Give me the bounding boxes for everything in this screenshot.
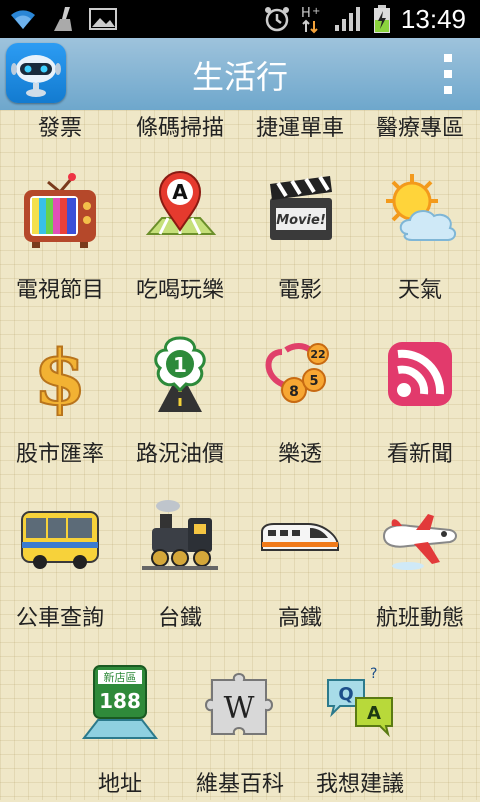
tv-icon (24, 173, 96, 248)
tile-traffic-fuel[interactable]: 1 路況油價 (120, 332, 240, 472)
tile-taiwan-railway[interactable]: 台鐵 (120, 496, 240, 636)
tile-label: 吃喝玩樂 (135, 278, 224, 303)
overflow-menu-icon[interactable] (438, 52, 458, 96)
app-title: 生活行 (191, 58, 288, 96)
tile-tv-guide[interactable]: 電視節目 (0, 168, 120, 308)
wifi-icon (11, 10, 35, 29)
tile-label: 條碼掃描 (135, 116, 224, 141)
lotto-ball: 5 (309, 374, 318, 389)
tile-label: 電視節目 (15, 278, 104, 303)
tile-barcode-scan[interactable]: 條碼掃描 (120, 110, 240, 141)
tile-label: 電影 (277, 278, 322, 303)
tile-flight-status[interactable]: 航班動態 (360, 496, 480, 636)
tile-weather[interactable]: 天氣 (360, 168, 480, 308)
clock: 13:49 (400, 4, 466, 34)
tile-label: 航班動態 (375, 606, 464, 631)
tile-bus[interactable]: 公車查詢 (0, 496, 120, 636)
svg-text:H: H (301, 6, 311, 21)
lotto-ball: 22 (310, 348, 325, 361)
tile-address[interactable]: 新店區 188 地址 (60, 662, 180, 802)
lottery-balls-icon: 8 5 22 (265, 343, 329, 403)
tile-label: 股市匯率 (15, 442, 104, 467)
tile-food-fun[interactable]: A 吃喝玩樂 (120, 168, 240, 308)
sun-cloud-icon (386, 174, 456, 241)
movie-label: Movie! (276, 213, 326, 228)
airplane-icon (382, 514, 457, 570)
app-bar: 生活行 (0, 38, 480, 110)
tile-label: 捷運單車 (255, 116, 344, 141)
tile-medical[interactable]: 醫療專區 (360, 110, 480, 141)
tile-label: 看新聞 (386, 442, 453, 467)
alarm-icon (264, 7, 289, 32)
tile-label: 高鐵 (277, 606, 322, 631)
signal-icon (334, 7, 360, 31)
tile-label: 台鐵 (157, 606, 202, 631)
tile-label: 天氣 (397, 278, 442, 303)
lotto-ball: 8 (289, 384, 299, 400)
tile-label: 公車查詢 (15, 606, 104, 631)
qa-a: A (367, 703, 381, 724)
tile-movies[interactable]: Movie! 電影 (240, 168, 360, 308)
rss-feed-icon (388, 342, 452, 406)
feature-grid: 發票 條碼掃描 捷運單車 醫療專區 電視節目 A 吃喝玩樂 Movie! 電影 … (0, 110, 480, 800)
tile-wikipedia[interactable]: W 維基百科 (180, 662, 300, 802)
tile-label: 地址 (97, 772, 142, 797)
qa-q: Q (338, 684, 353, 705)
tile-high-speed-rail[interactable]: 高鐵 (240, 496, 360, 636)
route-sign-icon: 1 (154, 336, 206, 412)
cleaning-brush-icon (54, 7, 72, 31)
steam-locomotive-icon (142, 500, 218, 570)
tile-label: 我想建議 (315, 772, 404, 797)
data-hplus-icon: H + (301, 6, 320, 34)
wiki-letter: W (224, 691, 255, 726)
route-number: 1 (173, 353, 187, 377)
wikipedia-puzzle-icon: W (205, 673, 273, 735)
tile-label: 路況油價 (135, 442, 224, 467)
qa-bubbles-icon: Q A ? (327, 666, 393, 738)
tile-metro-bike[interactable]: 捷運單車 (240, 110, 360, 141)
address-district: 新店區 (104, 670, 137, 684)
address-sign-icon: 新店區 188 (81, 665, 159, 739)
svg-text:+: + (312, 6, 320, 17)
svg-text:?: ? (370, 666, 377, 682)
tile-lottery[interactable]: 8 5 22 樂透 (240, 332, 360, 472)
tile-stocks-fx[interactable]: $ 股市匯率 (0, 332, 120, 472)
svg-text:$: $ (34, 333, 87, 416)
tile-label: 醫療專區 (375, 116, 464, 141)
map-pin-icon: A (145, 171, 217, 235)
tile-label: 維基百科 (195, 772, 284, 797)
gallery-icon (89, 8, 117, 30)
clapperboard-icon: Movie! (270, 175, 332, 240)
address-number: 188 (99, 689, 141, 713)
tile-label: 發票 (37, 116, 82, 141)
bus-icon (21, 511, 99, 569)
status-bar: H + 13:49 (0, 0, 480, 38)
battery-charging-icon (373, 5, 390, 33)
pin-letter: A (172, 180, 188, 204)
tile-invoice[interactable]: 發票 (0, 110, 120, 141)
dollar-sign-icon: $ (33, 332, 88, 416)
tile-news[interactable]: 看新聞 (360, 332, 480, 472)
bullet-train-icon (261, 523, 339, 551)
tile-label: 樂透 (277, 442, 322, 467)
tile-feedback[interactable]: Q A ? 我想建議 (300, 662, 420, 802)
